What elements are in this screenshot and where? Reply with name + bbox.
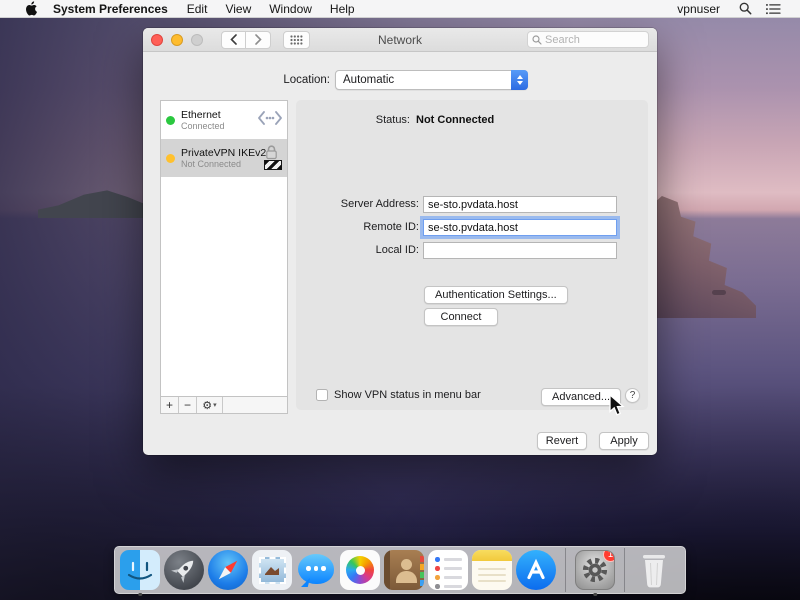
status-value: Not Connected: [416, 114, 495, 126]
service-status: Not Connected: [181, 158, 242, 169]
popup-stepper-icon: [511, 70, 528, 90]
dock-messages-icon[interactable]: [296, 550, 336, 590]
show-vpn-status-checkbox[interactable]: [316, 389, 328, 401]
service-actions-gear-icon[interactable]: ⚙ ▾: [197, 397, 223, 413]
dock-separator: [624, 548, 625, 592]
service-status: Connected: [181, 120, 225, 131]
status-label: Status:: [375, 114, 410, 126]
vpn-lock-icon: [261, 145, 282, 171]
dock-separator: [565, 548, 566, 592]
dock-app-store-icon[interactable]: [516, 550, 556, 590]
wallpaper-cliff: [644, 196, 756, 318]
dock-launchpad-icon[interactable]: [164, 550, 204, 590]
add-service-button[interactable]: +: [161, 397, 179, 413]
desktop-screen: System Preferences Edit View Window Help…: [0, 0, 800, 600]
service-name: Ethernet: [181, 108, 221, 121]
menu-username[interactable]: vpnuser: [677, 2, 720, 16]
menu-item-window[interactable]: Window: [269, 2, 312, 16]
dock-mail-icon[interactable]: [252, 550, 292, 590]
dock: 1: [114, 546, 686, 596]
menu-item-view[interactable]: View: [225, 2, 251, 16]
location-label: Location:: [283, 74, 330, 86]
location-value: Automatic: [343, 74, 395, 86]
forward-button[interactable]: [246, 30, 271, 49]
search-input[interactable]: [545, 33, 635, 46]
show-all-grid-icon[interactable]: [283, 30, 310, 49]
finder-running-dot: [138, 592, 142, 596]
menu-app-name[interactable]: System Preferences: [53, 2, 168, 16]
dock-contacts-icon[interactable]: [384, 550, 424, 590]
dock-finder-icon[interactable]: [120, 550, 160, 596]
local-id-label: Local ID:: [375, 244, 419, 256]
minimize-button[interactable]: [171, 33, 183, 46]
apple-menu-icon[interactable]: [26, 1, 39, 16]
location-popup[interactable]: Automatic: [335, 70, 528, 90]
network-preferences-window: Network Location: Automatic: [143, 28, 657, 455]
show-vpn-status-label: Show VPN status in menu bar: [334, 389, 481, 401]
notification-badge: 1: [603, 551, 614, 562]
revert-button[interactable]: Revert: [537, 432, 587, 450]
dock-trash-icon[interactable]: [634, 550, 674, 590]
service-name: PrivateVPN IKEv2: [181, 146, 267, 159]
dock-notes-icon[interactable]: [472, 550, 512, 590]
spotlight-search-icon[interactable]: [739, 2, 752, 15]
back-button[interactable]: [221, 30, 246, 49]
status-dot-yellow: [166, 153, 175, 163]
sidebar-toolbar: + − ⚙ ▾: [161, 396, 287, 413]
authentication-settings-button[interactable]: Authentication Settings...: [424, 286, 568, 304]
close-button[interactable]: [151, 33, 163, 46]
apply-button[interactable]: Apply: [599, 432, 649, 450]
services-sidebar: Ethernet Connected PrivateVPN IKEv2 Not …: [160, 100, 288, 414]
menu-bar: System Preferences Edit View Window Help…: [0, 0, 800, 18]
vpn-settings-panel: Status: Not Connected Server Address: Re…: [296, 100, 648, 416]
window-search-field[interactable]: [527, 31, 649, 48]
connect-button[interactable]: Connect: [424, 308, 498, 326]
search-icon: [532, 34, 542, 45]
dock-system-preferences-icon[interactable]: 1: [575, 550, 615, 596]
server-address-label: Server Address:: [340, 198, 419, 210]
advanced-button[interactable]: Advanced...: [541, 388, 622, 406]
notification-center-icon[interactable]: [766, 3, 781, 15]
zoom-button-disabled: [191, 33, 203, 46]
dock-reminders-icon[interactable]: [428, 550, 468, 590]
service-row-ethernet[interactable]: Ethernet Connected: [161, 101, 287, 139]
system-preferences-running-dot: [593, 592, 597, 596]
remote-id-label: Remote ID:: [363, 221, 419, 233]
local-id-field[interactable]: [423, 242, 617, 259]
window-titlebar[interactable]: Network: [143, 28, 657, 52]
server-address-field[interactable]: [423, 196, 617, 213]
menu-item-help[interactable]: Help: [330, 2, 355, 16]
dock-photos-icon[interactable]: [340, 550, 380, 590]
service-row-vpn[interactable]: PrivateVPN IKEv2 Not Connected: [161, 139, 287, 177]
ethernet-icon: [258, 110, 282, 130]
remote-id-field[interactable]: [423, 219, 617, 236]
status-dot-green: [166, 115, 175, 125]
wallpaper-rock: [712, 290, 726, 295]
menu-item-edit[interactable]: Edit: [187, 2, 208, 16]
help-button[interactable]: ?: [625, 388, 640, 403]
remove-service-button[interactable]: −: [179, 397, 197, 413]
dock-safari-icon[interactable]: [208, 550, 248, 590]
